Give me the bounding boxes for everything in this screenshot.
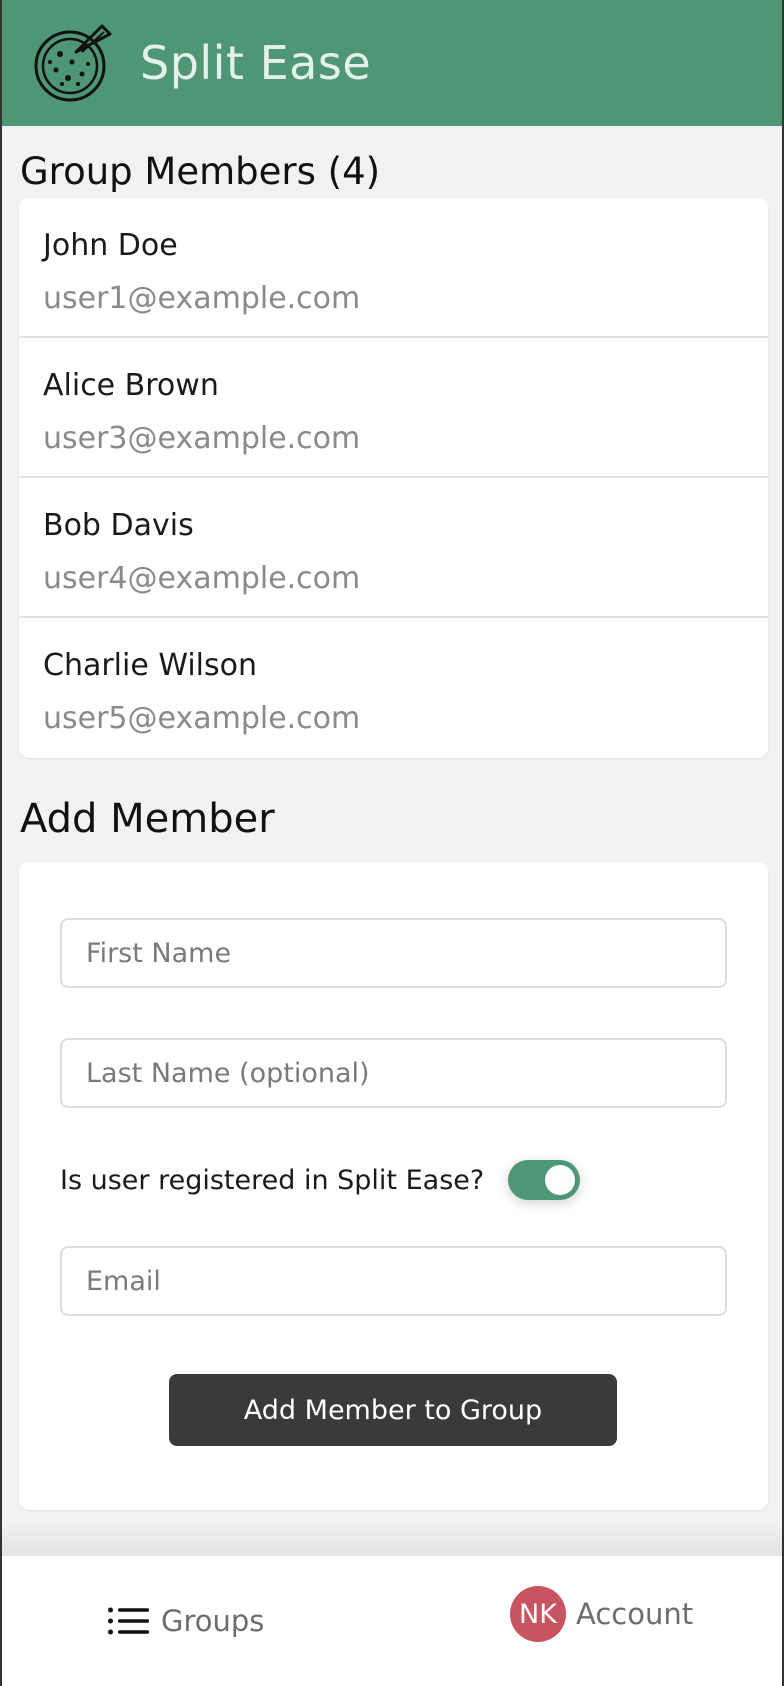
- member-name: Charlie Wilson: [43, 648, 258, 683]
- nav-groups[interactable]: Groups: [107, 1604, 264, 1638]
- nav-shadow: [2, 1520, 782, 1556]
- nav-account-label: Account: [576, 1597, 694, 1631]
- avatar: NK: [510, 1586, 566, 1642]
- list-icon: [108, 1607, 149, 1635]
- add-member-title: Add Member: [20, 796, 275, 842]
- member-email: user5@example.com: [43, 701, 361, 736]
- add-member-form: Is user registered in Split Ease? Add Me…: [19, 862, 768, 1510]
- member-name: John Doe: [43, 228, 178, 263]
- member-row[interactable]: John Doe user1@example.com: [19, 198, 768, 338]
- nav-groups-label: Groups: [161, 1604, 265, 1638]
- add-member-button[interactable]: Add Member to Group: [169, 1374, 617, 1446]
- members-section-title: Group Members (4): [20, 150, 381, 193]
- member-row[interactable]: Alice Brown user3@example.com: [19, 338, 768, 478]
- first-name-input[interactable]: [60, 918, 727, 988]
- bottom-nav: Groups NK Account: [2, 1556, 782, 1686]
- member-email: user3@example.com: [43, 421, 361, 456]
- members-list: John Doe user1@example.com Alice Brown u…: [19, 198, 768, 758]
- nav-account[interactable]: NK Account: [510, 1586, 693, 1642]
- registered-toggle-label: Is user registered in Split Ease?: [60, 1164, 485, 1196]
- member-name: Alice Brown: [43, 368, 219, 403]
- app-title: Split Ease: [140, 36, 372, 90]
- app-header: Split Ease: [2, 0, 782, 126]
- email-input[interactable]: [60, 1246, 727, 1316]
- member-row[interactable]: Bob Davis user4@example.com: [19, 478, 768, 618]
- last-name-input[interactable]: [60, 1038, 727, 1108]
- app-shell: Split Ease Group Members (4) John Doe us…: [0, 0, 784, 1686]
- registered-toggle[interactable]: [508, 1160, 581, 1200]
- member-email: user4@example.com: [43, 561, 361, 596]
- registered-toggle-row: Is user registered in Split Ease?: [60, 1160, 581, 1200]
- member-row[interactable]: Charlie Wilson user5@example.com: [19, 618, 768, 758]
- member-email: user1@example.com: [43, 281, 361, 316]
- pizza-icon: [34, 24, 112, 102]
- member-name: Bob Davis: [43, 508, 194, 543]
- toggle-knob: [545, 1165, 576, 1195]
